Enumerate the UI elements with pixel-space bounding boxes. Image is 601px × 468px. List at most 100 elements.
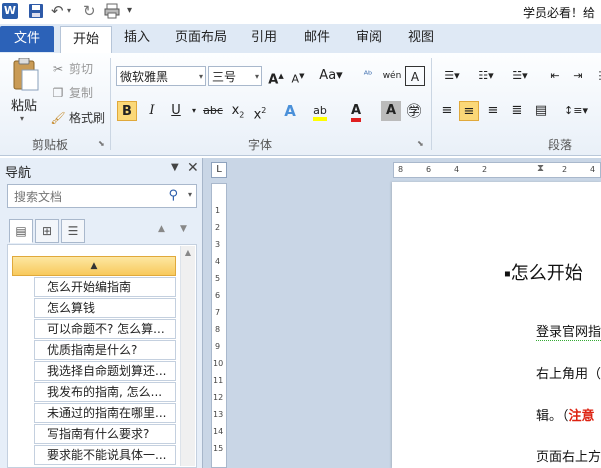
cut-button[interactable]: ✂ 剪切: [50, 59, 93, 79]
ruler-tick: 6: [215, 291, 221, 300]
numbering-icon[interactable]: ☷▾: [471, 66, 501, 86]
ruler-tick: 13: [213, 410, 224, 419]
pane-options-icon[interactable]: ▼: [171, 162, 179, 173]
paste-icon[interactable]: [10, 57, 40, 92]
customize-toolbar-icon[interactable]: ▾: [127, 3, 137, 19]
navigation-pane-title: 导航: [5, 166, 32, 181]
font-launcher-icon[interactable]: ⬊: [417, 139, 424, 148]
tab-browse-headings[interactable]: ▤: [9, 219, 33, 243]
ruler-tick: 10: [213, 359, 224, 368]
chinese-layout-icon[interactable]: ⋮: [590, 66, 601, 86]
heading-item[interactable]: 优质指南是什么?: [34, 340, 176, 360]
change-case-icon[interactable]: Aa▾: [317, 66, 345, 86]
heading-item[interactable]: 怎么算钱: [34, 298, 176, 318]
heading-item[interactable]: 写指南有什么要求?: [34, 424, 176, 444]
heading-item[interactable]: 我发布的指南, 怎么...: [34, 382, 176, 402]
font-color-icon[interactable]: A: [346, 101, 366, 122]
superscript-icon[interactable]: x2: [250, 101, 270, 122]
clear-formatting-icon[interactable]: ᴬᵇ: [358, 66, 378, 86]
heading-item[interactable]: 可以命题不? 怎么算...: [34, 319, 176, 339]
close-icon[interactable]: ✕: [187, 160, 199, 176]
indent-marker-icon[interactable]: ⧗: [537, 163, 544, 174]
collapse-heading-button[interactable]: ▲: [12, 256, 176, 276]
search-dropdown-icon[interactable]: ▾: [188, 190, 192, 199]
tab-insert[interactable]: 插入: [116, 24, 158, 52]
ruler-tick: 5: [215, 274, 221, 283]
tab-selector-icon[interactable]: L: [211, 162, 227, 178]
redo-icon[interactable]: ↻: [83, 3, 99, 19]
character-border-icon[interactable]: A: [405, 66, 425, 86]
tab-browse-results[interactable]: ☰: [61, 219, 85, 243]
align-left-icon[interactable]: ≡: [437, 101, 457, 121]
clipboard-group-label: 剪贴板: [31, 138, 68, 152]
subscript-icon[interactable]: x2: [228, 101, 248, 121]
search-input[interactable]: [12, 186, 166, 208]
clipboard-launcher-icon[interactable]: ⬊: [98, 139, 105, 148]
character-shading-icon[interactable]: A: [381, 101, 401, 121]
tab-page-layout[interactable]: 页面布局: [170, 24, 232, 52]
search-box[interactable]: ⚲ ▾: [7, 184, 197, 208]
previous-heading-icon[interactable]: ▲: [158, 224, 165, 234]
strikethrough-icon[interactable]: abc: [200, 101, 226, 121]
ruler-tick: 4: [215, 257, 221, 266]
ruler-tick: 2: [482, 165, 488, 174]
ruler-tick: 2: [215, 223, 221, 232]
paste-dropdown-icon[interactable]: ▾: [20, 114, 24, 123]
chevron-down-icon: ▾: [198, 72, 203, 81]
increase-indent-icon[interactable]: ⇥: [568, 66, 588, 86]
heading-item[interactable]: 要求能不能说具体一...: [34, 445, 176, 465]
decrease-indent-icon[interactable]: ⇤: [545, 66, 565, 86]
heading-item[interactable]: 怎么开始编指南: [34, 277, 176, 297]
tab-review[interactable]: 审阅: [349, 24, 389, 52]
font-size-select[interactable]: 三号 ▾: [208, 66, 262, 86]
italic-icon[interactable]: I: [142, 101, 162, 121]
tab-references[interactable]: 引用: [244, 24, 284, 52]
align-center-icon[interactable]: ≡: [459, 101, 479, 121]
next-heading-icon[interactable]: ▼: [180, 224, 187, 234]
save-icon[interactable]: [28, 3, 44, 19]
results-icon: ☰: [67, 224, 79, 238]
tab-view[interactable]: 视图: [401, 24, 441, 52]
ruler-tick: 11: [213, 376, 224, 385]
grow-font-icon[interactable]: A▲: [266, 66, 286, 87]
underline-icon[interactable]: U: [166, 101, 186, 121]
tab-mailings[interactable]: 邮件: [297, 24, 337, 52]
print-preview-icon[interactable]: [104, 3, 120, 19]
text-effects-icon[interactable]: A: [280, 101, 300, 121]
ruler-tick: 7: [215, 308, 221, 317]
highlight-color-icon[interactable]: ab: [310, 101, 330, 121]
document-heading: ▪怎么开始: [504, 263, 583, 284]
align-right-icon[interactable]: ≡: [483, 101, 503, 121]
line-spacing-icon[interactable]: ↕≡▾: [563, 101, 589, 121]
undo-icon[interactable]: ↶: [51, 3, 67, 19]
headings-icon: ▤: [15, 224, 27, 238]
tab-file[interactable]: 文件: [0, 26, 54, 52]
vertical-ruler[interactable]: 1 2 3 4 5 6 7 8 9 10 11 12 13 14 15: [211, 183, 227, 468]
scroll-up-icon[interactable]: ▲: [181, 246, 195, 260]
tab-home[interactable]: 开始: [60, 26, 112, 55]
bullets-icon[interactable]: ☰▾: [437, 66, 467, 86]
tab-browse-pages[interactable]: ⊞: [35, 219, 59, 243]
undo-dropdown-icon[interactable]: ▾: [67, 3, 75, 19]
word-app-icon[interactable]: W: [2, 3, 18, 19]
paste-button[interactable]: 粘贴: [11, 95, 37, 114]
enclose-characters-icon[interactable]: ㊫: [404, 101, 424, 121]
bold-icon[interactable]: B: [117, 101, 137, 121]
copy-button[interactable]: ❐ 复制: [50, 83, 93, 103]
heading-item[interactable]: 我选择自命题划算还...: [34, 361, 176, 381]
horizontal-ruler[interactable]: 8 6 4 2 ⧗ 2 4: [393, 162, 601, 178]
ruler-tick: 12: [213, 393, 224, 402]
shrink-font-icon[interactable]: A▼: [288, 66, 308, 86]
document-paragraph: 右上角用（: [536, 367, 601, 382]
heading-list: ▲ 怎么开始编指南 怎么算钱 可以命题不? 怎么算... 优质指南是什么? 我选…: [7, 244, 197, 468]
ruler-tick: 14: [213, 427, 224, 436]
search-icon[interactable]: ⚲: [168, 188, 178, 203]
heading-item[interactable]: 未通过的指南在哪里...: [34, 403, 176, 423]
multilevel-list-icon[interactable]: ☱▾: [505, 66, 535, 86]
phonetic-guide-icon[interactable]: wén: [382, 66, 402, 86]
font-family-select[interactable]: 微软雅黑 ▾: [116, 66, 206, 86]
justify-icon[interactable]: ≣: [507, 101, 527, 121]
format-painter-button[interactable]: 🖌 格式刷: [50, 108, 105, 128]
heading-list-scrollbar[interactable]: ▲: [180, 246, 195, 466]
distributed-icon[interactable]: ▤: [531, 101, 551, 121]
